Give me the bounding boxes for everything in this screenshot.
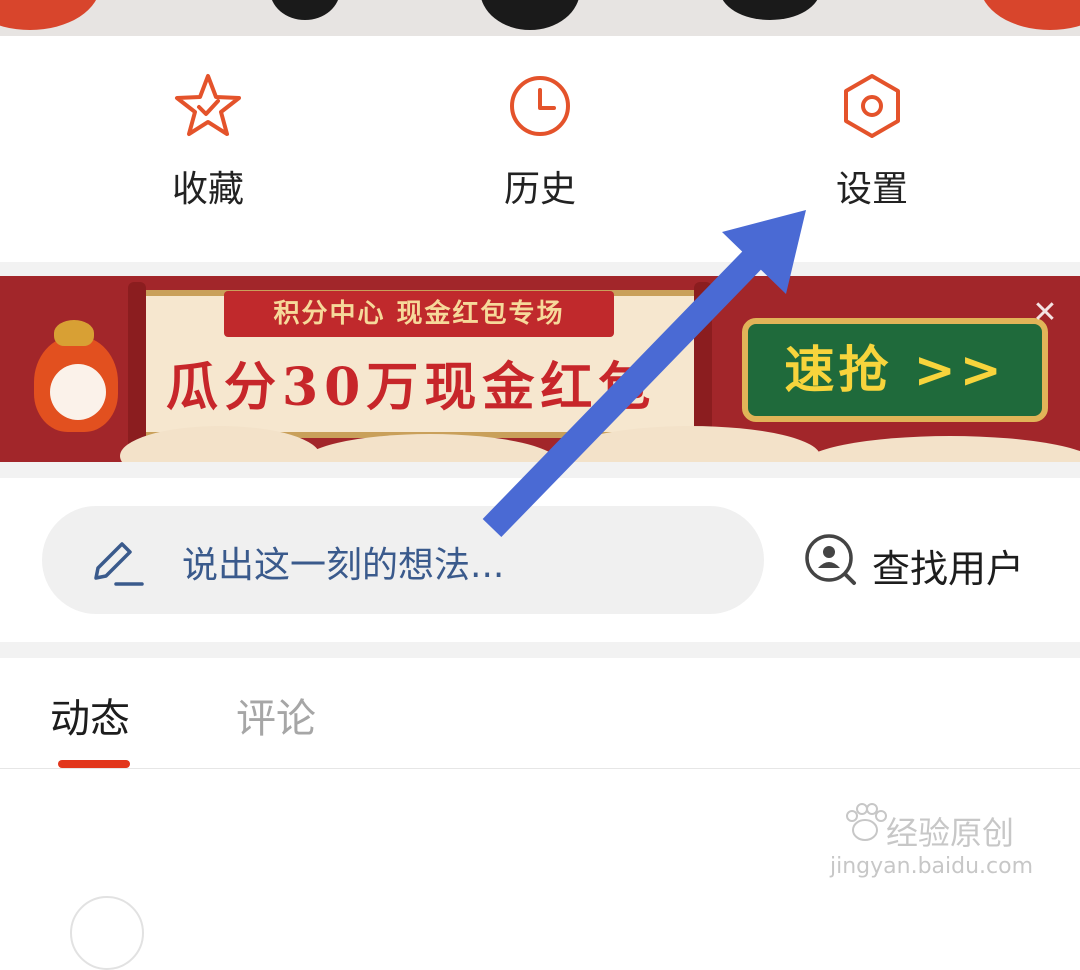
history-label: 历史 [503,169,576,210]
banner-headline: 瓜分30万现金红包 [166,357,657,418]
find-user-button[interactable]: 查找用户 [800,528,1050,592]
scroll-rod-left [128,282,146,448]
status-input[interactable]: 说出这一刻的想法... [42,506,764,614]
banner-title: 积分中心 现金红包专场 [224,291,614,337]
user-search-icon [805,534,856,585]
watermark-url: jingyan.baidu.com [830,854,1034,879]
tab-comments[interactable]: 评论 [236,686,316,744]
tab-activity[interactable]: 动态 [50,686,130,744]
paw-icon [846,803,887,841]
star-check-icon [175,74,241,136]
status-input-placeholder: 说出这一刻的想法... [182,545,505,586]
fox-mascot [24,316,124,436]
grab-now-button[interactable]: 速抢 >> [742,318,1048,422]
scroll-rod-right [694,282,712,448]
section-divider [0,462,1080,478]
pencil-icon [94,542,144,586]
active-tab-indicator [58,760,130,768]
section-divider [0,642,1080,658]
favorites-label: 收藏 [171,169,244,210]
hexagon-gear-icon [844,74,900,138]
settings-button[interactable]: 设置 [762,70,982,230]
favorites-button[interactable]: 收藏 [98,70,318,230]
find-user-label: 查找用户 [872,547,1025,591]
history-button[interactable]: 历史 [430,70,650,230]
baidu-watermark: 经验原创 jingyan.baidu.com [830,803,1050,888]
watermark-text: 经验原创 [886,814,1015,852]
avatar [70,896,144,970]
section-divider [0,262,1080,276]
tabs-divider [0,768,1080,769]
settings-label: 设置 [835,169,908,210]
profile-header-strip [0,0,1080,36]
close-icon[interactable]: ✕ [1030,298,1060,328]
clock-icon [510,76,570,136]
